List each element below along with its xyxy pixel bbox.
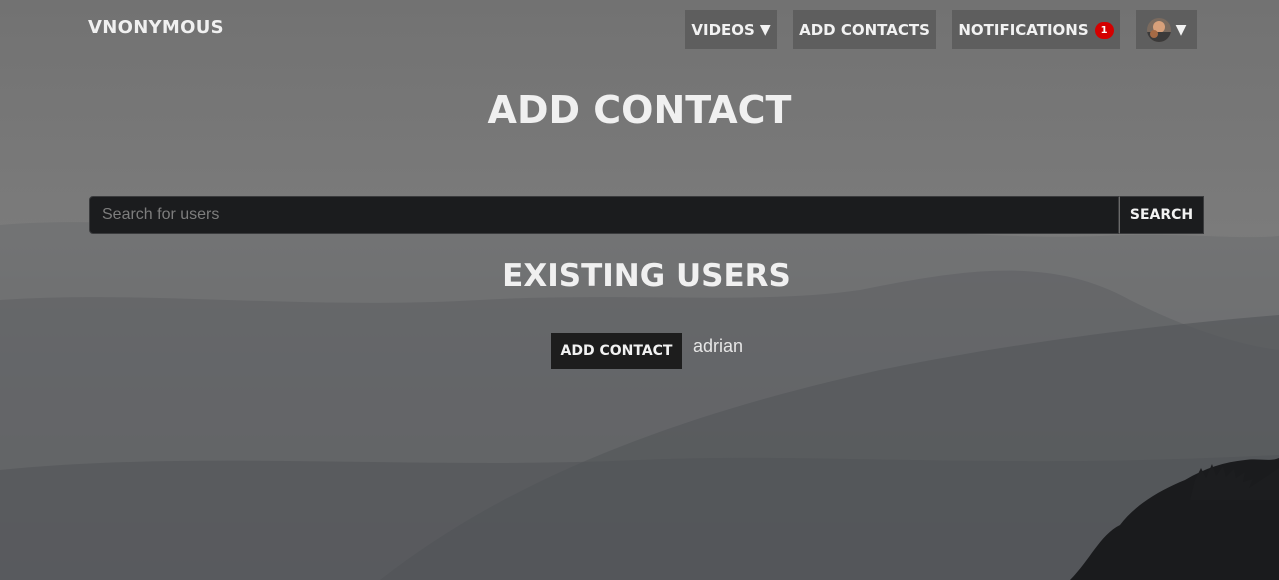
search-button[interactable]: SEARCH <box>1119 196 1204 234</box>
page-title: ADD CONTACT <box>487 88 792 132</box>
caret-down-icon: ▼ <box>1175 21 1187 38</box>
list-item: ADD CONTACT adrian <box>551 333 743 369</box>
avatar <box>1146 17 1171 42</box>
username-label: adrian <box>693 336 744 356</box>
add-contacts-label: ADD CONTACTS <box>799 20 930 39</box>
videos-label: VIDEOS <box>691 20 755 39</box>
notifications-label: NOTIFICATIONS <box>958 20 1089 39</box>
brand-logo[interactable]: VNONYMOUS <box>88 17 224 38</box>
notification-count-badge: 1 <box>1094 22 1114 39</box>
caret-down-icon: ▼ <box>759 21 771 38</box>
add-contacts-button[interactable]: ADD CONTACTS <box>793 10 936 49</box>
videos-dropdown-button[interactable]: VIDEOS ▼ <box>685 10 777 49</box>
existing-users-heading: EXISTING USERS <box>502 258 791 294</box>
user-menu-button[interactable]: ▼ <box>1136 10 1197 49</box>
user-search-form: SEARCH <box>89 196 1204 234</box>
top-navbar: VNONYMOUS VIDEOS ▼ ADD CONTACTS NOTIFICA… <box>0 0 1279 60</box>
add-contact-button[interactable]: ADD CONTACT <box>551 333 682 369</box>
search-input[interactable] <box>89 196 1119 234</box>
notifications-button[interactable]: NOTIFICATIONS 1 <box>952 10 1120 49</box>
